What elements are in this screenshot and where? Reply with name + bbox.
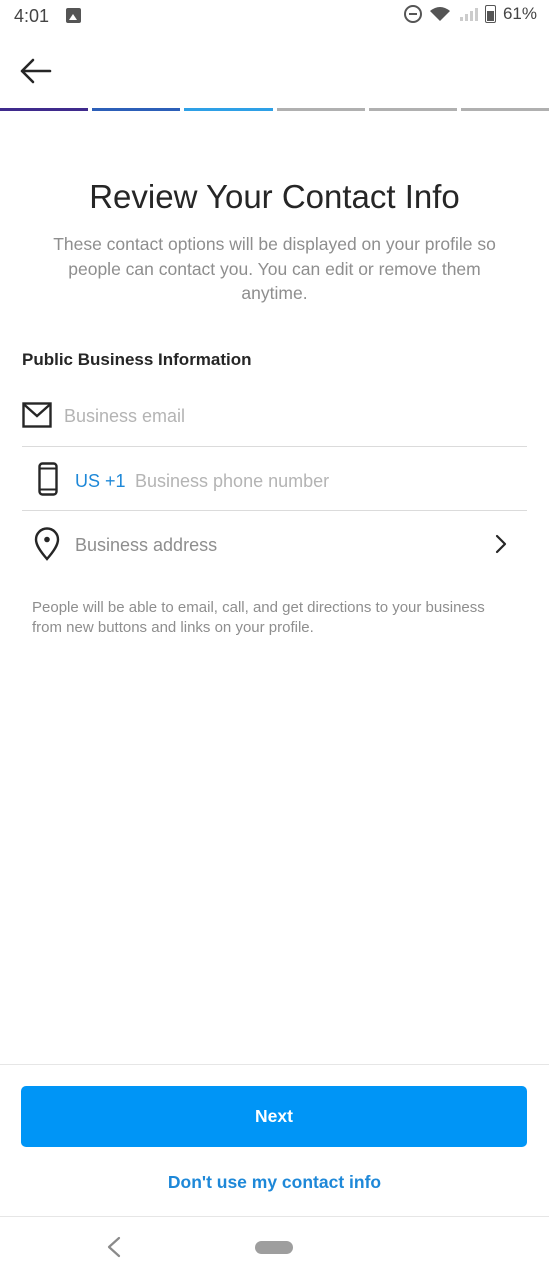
page-title: Review Your Contact Info [89,178,460,215]
section-title: Public Business Information [22,350,252,369]
progress-step [276,108,365,111]
battery-percent: 61% [502,4,537,23]
nav-home-pill[interactable] [255,1241,293,1254]
address-label: Business address [75,535,218,555]
business-address-row[interactable]: Business address [22,526,527,562]
step-progress [0,108,549,111]
phone-placeholder: Business phone number [135,471,330,491]
progress-step [0,108,89,111]
helper-text: People will be able to email, call, and … [32,599,485,636]
do-not-disturb-icon [403,5,422,23]
back-arrow-icon [20,58,52,84]
phone-icon [38,462,58,496]
location-pin-icon [34,527,60,561]
progress-step [460,108,549,111]
back-button[interactable] [18,54,58,88]
progress-step [184,108,273,111]
image-notification-icon [66,8,81,23]
nav-divider [0,1216,549,1217]
status-icons: 61% [403,4,537,24]
email-placeholder: Business email [64,406,186,426]
business-phone-field[interactable]: US +1 Business phone number [22,460,527,500]
chevron-right-icon [495,534,507,554]
business-email-field[interactable]: Business email [22,400,527,432]
page-subtitle: These contact options will be displayed … [53,234,496,303]
footer-divider [0,1064,549,1065]
status-time: 4:01 [14,6,50,26]
progress-step [368,108,457,111]
signal-icon [459,8,478,21]
divider [22,510,527,511]
wifi-icon [429,7,450,21]
mail-icon [22,402,52,428]
progress-step [92,108,181,111]
battery-icon [484,5,496,23]
divider [22,446,527,447]
skip-contact-info-link[interactable]: Don't use my contact info [0,1172,549,1193]
nav-back-icon[interactable] [104,1236,124,1258]
country-code-selector[interactable]: US +1 [75,471,126,492]
next-button[interactable]: Next [21,1086,527,1147]
